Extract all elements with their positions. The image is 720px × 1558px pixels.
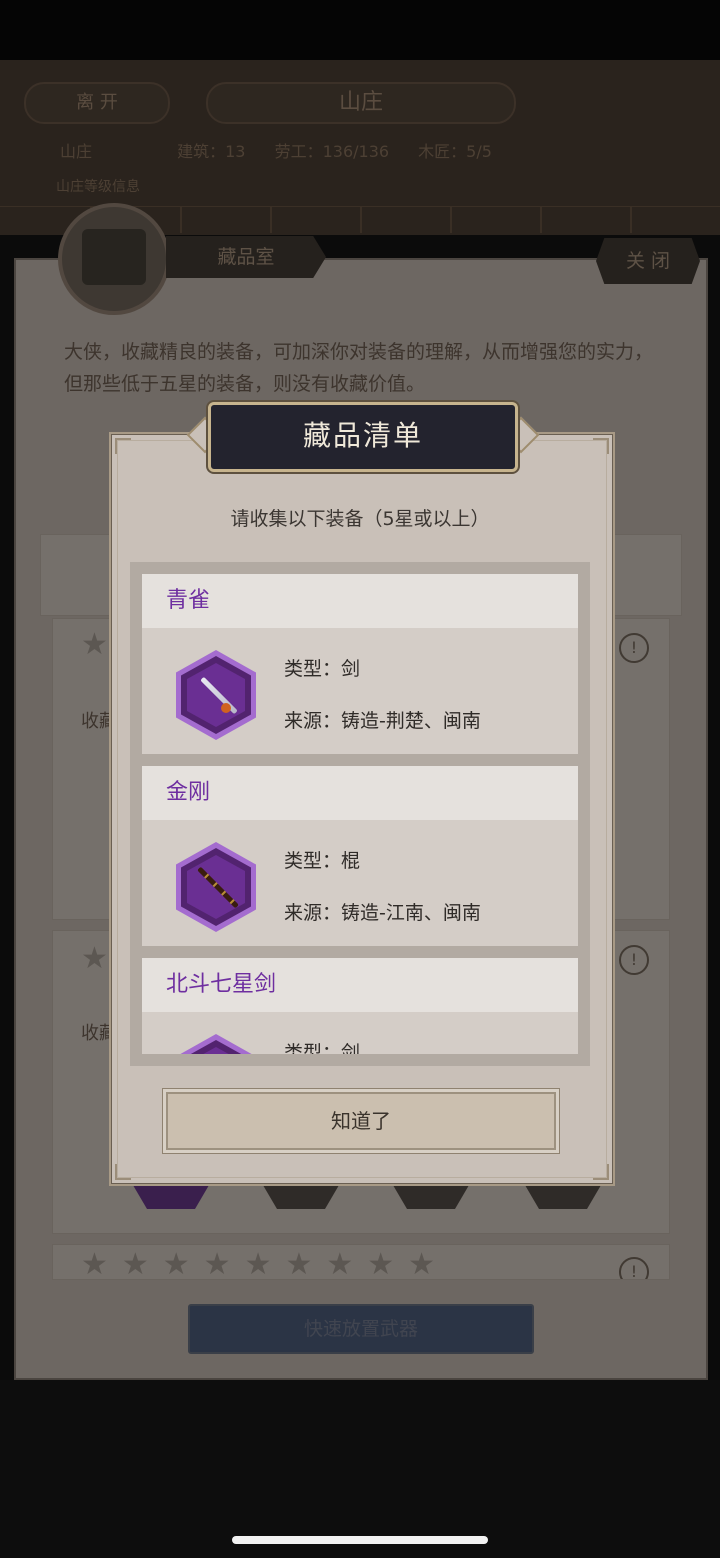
manor-subtext: 山庄等级信息 [56, 179, 140, 195]
corner-ornament [593, 438, 609, 454]
item-list[interactable]: 青雀 类型：剑 来源：铸造-荆楚、闽南 金刚 类型：棍 来源：铸造-江南、闽南 … [130, 562, 590, 1066]
acknowledge-button[interactable]: 知道了 [166, 1092, 556, 1150]
home-indicator[interactable] [232, 1536, 488, 1544]
list-item: 北斗七星剑 类型：剑 [142, 958, 578, 1054]
scene-ground [0, 1380, 720, 1558]
bg-collection-card: ★★★★★★★★★ ! [52, 1244, 670, 1280]
item-body: 类型：剑 [142, 1012, 578, 1054]
item-list-viewport[interactable]: 青雀 类型：剑 来源：铸造-荆楚、闽南 金刚 类型：棍 来源：铸造-江南、闽南 … [142, 574, 578, 1054]
item-name: 青雀 [142, 574, 578, 628]
corner-ornament [115, 438, 131, 454]
quick-place-weapons-button[interactable]: 快速放置武器 [188, 1304, 534, 1354]
room-description: 大侠，收藏精良的装备，可加深你对装备的理解，从而增强您的实力，但那些低于五星的装… [64, 341, 654, 395]
info-icon[interactable]: ! [619, 633, 649, 663]
pavilion-icon [82, 229, 146, 285]
item-type: 类型：棍 [284, 850, 361, 872]
item-body: 类型：剑 来源：铸造-荆楚、闽南 [142, 628, 578, 754]
info-icon[interactable]: ! [619, 945, 649, 975]
list-item: 金刚 类型：棍 来源：铸造-江南、闽南 [142, 766, 578, 946]
room-badge [58, 203, 170, 315]
item-source: 来源：铸造-江南、闽南 [284, 902, 481, 924]
list-item: 青雀 类型：剑 来源：铸造-荆楚、闽南 [142, 574, 578, 754]
sword-icon [176, 650, 256, 740]
modal-subtitle: 请收集以下装备（5星或以上） [230, 508, 490, 530]
sword-icon [176, 1034, 256, 1054]
item-body: 类型：棍 来源：铸造-江南、闽南 [142, 820, 578, 946]
stats-manor: 山庄 [60, 142, 93, 161]
stats-workers: 劳工：136/136 [274, 142, 390, 161]
item-type: 类型：剑 [284, 658, 361, 680]
corner-ornament [593, 1164, 609, 1180]
manor-title: 山庄 [206, 82, 516, 124]
info-icon[interactable]: ! [619, 1257, 649, 1279]
room-tab-label: 藏品室 [166, 236, 326, 278]
leave-button[interactable]: 离 开 [24, 82, 170, 124]
bg-stars: ★★★★★★★★★ [81, 1247, 450, 1280]
item-name: 北斗七星剑 [142, 958, 578, 1012]
modal-title: 藏品清单 [208, 402, 518, 472]
stats-carpenters: 木匠：5/5 [418, 142, 492, 161]
status-bar-area [0, 0, 720, 60]
item-source: 来源：铸造-荆楚、闽南 [284, 710, 481, 732]
staff-icon [176, 842, 256, 932]
manor-stats: 山庄 建筑：13 劳工：136/136 木匠：5/5 [60, 138, 660, 162]
room-close-button[interactable]: 关 闭 [596, 238, 700, 284]
item-name: 金刚 [142, 766, 578, 820]
stats-buildings: 建筑：13 [177, 142, 246, 161]
corner-ornament [115, 1164, 131, 1180]
item-type: 类型：剑 [284, 1042, 361, 1054]
